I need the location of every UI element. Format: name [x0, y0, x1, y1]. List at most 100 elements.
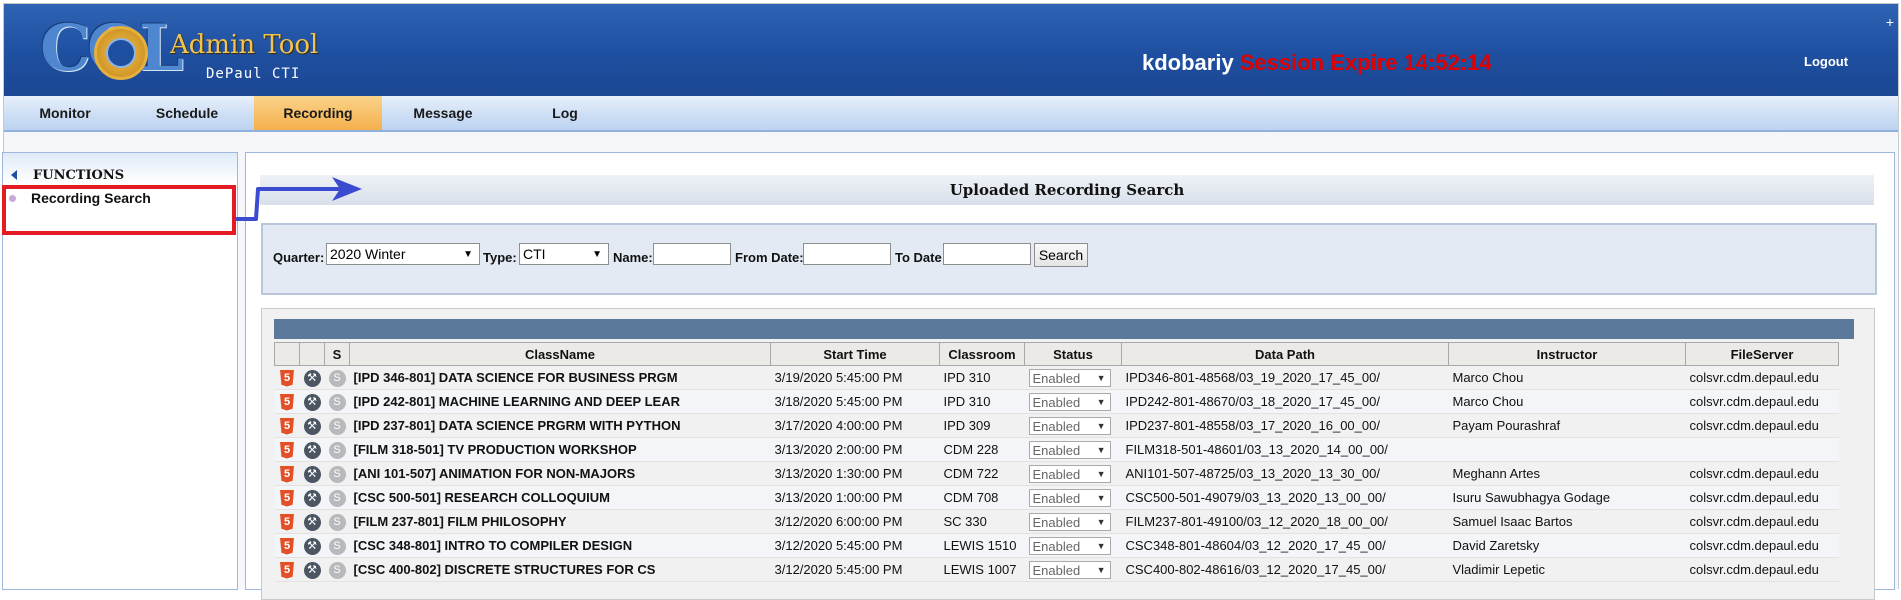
table-row[interactable]: 5 ⚒ S [ANI 101-507] ANIMATION FOR NON-MAJOR…: [274, 461, 1839, 486]
edit-cell[interactable]: ⚒: [299, 413, 325, 438]
edit-cell[interactable]: ⚒: [299, 533, 325, 558]
status-value: Enabled: [1032, 370, 1081, 386]
table-header-row: S ClassName Start Time Classroom Status …: [274, 342, 1839, 366]
status-select[interactable]: Enabled ▼: [1028, 536, 1111, 555]
table-row[interactable]: 5 ⚒ S [IPD 237-801] DATA SCIENCE PRGRM WITH…: [274, 413, 1839, 438]
col-status[interactable]: Status: [1024, 342, 1122, 366]
status-select[interactable]: Enabled ▼: [1028, 560, 1111, 579]
s-circle-icon[interactable]: S: [328, 537, 346, 555]
start-time-cell: 3/12/2020 6:00:00 PM: [770, 509, 940, 534]
html5-icon[interactable]: 5: [280, 537, 294, 555]
s-cell[interactable]: S: [324, 461, 350, 486]
wrench-icon[interactable]: ⚒: [303, 417, 321, 435]
nav-log[interactable]: Log: [504, 96, 626, 130]
edit-cell[interactable]: ⚒: [299, 461, 325, 486]
status-select[interactable]: Enabled ▼: [1028, 488, 1111, 507]
wrench-icon[interactable]: ⚒: [303, 561, 321, 579]
edit-cell[interactable]: ⚒: [299, 509, 325, 534]
wrench-icon[interactable]: ⚒: [303, 441, 321, 459]
s-circle-icon[interactable]: S: [328, 369, 346, 387]
functions-header[interactable]: FUNCTIONS: [3, 153, 237, 183]
col-fileserver[interactable]: FileServer: [1685, 342, 1839, 366]
html5-cell[interactable]: 5: [274, 557, 300, 582]
html5-icon[interactable]: 5: [280, 489, 294, 507]
edit-cell[interactable]: ⚒: [299, 437, 325, 462]
html5-icon[interactable]: 5: [280, 417, 294, 435]
html5-cell[interactable]: 5: [274, 365, 300, 390]
s-circle-icon[interactable]: S: [328, 417, 346, 435]
table-row[interactable]: 5 ⚒ S [FILM 318-501] TV PRODUCTION WORKSHOP…: [274, 437, 1839, 462]
s-circle-icon[interactable]: S: [328, 489, 346, 507]
table-row[interactable]: 5 ⚒ S [IPD 346-801] DATA SCIENCE FOR BUSINE…: [274, 365, 1839, 390]
username: kdobariy: [1142, 50, 1234, 75]
name-input[interactable]: [653, 243, 731, 265]
main-panel: Uploaded Recording Search Quarter: 2020 …: [236, 152, 1895, 600]
s-circle-icon[interactable]: S: [328, 465, 346, 483]
html5-icon[interactable]: 5: [280, 369, 294, 387]
search-button[interactable]: Search: [1034, 243, 1088, 267]
edit-cell[interactable]: ⚒: [299, 389, 325, 414]
col-instructor[interactable]: Instructor: [1448, 342, 1686, 366]
nav-schedule[interactable]: Schedule: [126, 96, 248, 130]
s-cell[interactable]: S: [324, 437, 350, 462]
type-select[interactable]: CTI ▼: [519, 243, 609, 265]
status-select[interactable]: Enabled ▼: [1028, 368, 1111, 387]
edit-cell[interactable]: ⚒: [299, 485, 325, 510]
wrench-icon[interactable]: ⚒: [303, 465, 321, 483]
quarter-select[interactable]: 2020 Winter ▼: [326, 243, 480, 265]
s-cell[interactable]: S: [324, 533, 350, 558]
table-row[interactable]: 5 ⚒ S [IPD 242-801] MACHINE LEARNING AND DE…: [274, 389, 1839, 414]
wrench-icon[interactable]: ⚒: [303, 537, 321, 555]
s-cell[interactable]: S: [324, 485, 350, 510]
logout-link[interactable]: Logout: [1804, 54, 1848, 69]
html5-cell[interactable]: 5: [274, 413, 300, 438]
nav-recording[interactable]: Recording: [254, 96, 382, 130]
col-classname[interactable]: ClassName: [349, 342, 771, 366]
html5-cell[interactable]: 5: [274, 485, 300, 510]
s-cell[interactable]: S: [324, 413, 350, 438]
s-cell[interactable]: S: [324, 509, 350, 534]
html5-icon[interactable]: 5: [280, 393, 294, 411]
status-cell: Enabled ▼: [1024, 437, 1122, 462]
wrench-icon[interactable]: ⚒: [303, 393, 321, 411]
s-cell[interactable]: S: [324, 389, 350, 414]
from-date-input[interactable]: [803, 243, 891, 265]
edit-cell[interactable]: ⚒: [299, 557, 325, 582]
table-row[interactable]: 5 ⚒ S [CSC 348-801] INTRO TO COMPILER DESIG…: [274, 533, 1839, 558]
html5-icon[interactable]: 5: [280, 441, 294, 459]
table-row[interactable]: 5 ⚒ S [FILM 237-801] FILM PHILOSOPHY 3/12/20…: [274, 509, 1839, 534]
s-circle-icon[interactable]: S: [328, 393, 346, 411]
html5-cell[interactable]: 5: [274, 461, 300, 486]
html5-icon[interactable]: 5: [280, 465, 294, 483]
chevron-down-icon: ▼: [1096, 420, 1106, 431]
col-start-time[interactable]: Start Time: [770, 342, 940, 366]
wrench-icon[interactable]: ⚒: [303, 489, 321, 507]
edit-cell[interactable]: ⚒: [299, 365, 325, 390]
html5-cell[interactable]: 5: [274, 509, 300, 534]
table-row[interactable]: 5 ⚒ S [CSC 400-802] DISCRETE STRUCTURES FOR…: [274, 557, 1839, 582]
col-data-path[interactable]: Data Path: [1121, 342, 1449, 366]
html5-cell[interactable]: 5: [274, 533, 300, 558]
wrench-icon[interactable]: ⚒: [303, 369, 321, 387]
s-cell[interactable]: S: [324, 557, 350, 582]
to-date-input[interactable]: [943, 243, 1031, 265]
col-classroom[interactable]: Classroom: [939, 342, 1025, 366]
status-select[interactable]: Enabled ▼: [1028, 464, 1111, 483]
s-cell[interactable]: S: [324, 365, 350, 390]
nav-monitor[interactable]: Monitor: [4, 96, 126, 130]
html5-cell[interactable]: 5: [274, 437, 300, 462]
html5-cell[interactable]: 5: [274, 389, 300, 414]
html5-icon[interactable]: 5: [280, 513, 294, 531]
s-circle-icon[interactable]: S: [328, 441, 346, 459]
wrench-icon[interactable]: ⚒: [303, 513, 321, 531]
collapse-arrow-icon[interactable]: [11, 170, 17, 180]
status-select[interactable]: Enabled ▼: [1028, 440, 1111, 459]
table-row[interactable]: 5 ⚒ S [CSC 500-501] RESEARCH COLLOQUIUM 3/13…: [274, 485, 1839, 510]
status-select[interactable]: Enabled ▼: [1028, 392, 1111, 411]
nav-message[interactable]: Message: [382, 96, 504, 130]
html5-icon[interactable]: 5: [280, 561, 294, 579]
s-circle-icon[interactable]: S: [328, 561, 346, 579]
status-select[interactable]: Enabled ▼: [1028, 416, 1111, 435]
status-select[interactable]: Enabled ▼: [1028, 512, 1111, 531]
s-circle-icon[interactable]: S: [328, 513, 346, 531]
